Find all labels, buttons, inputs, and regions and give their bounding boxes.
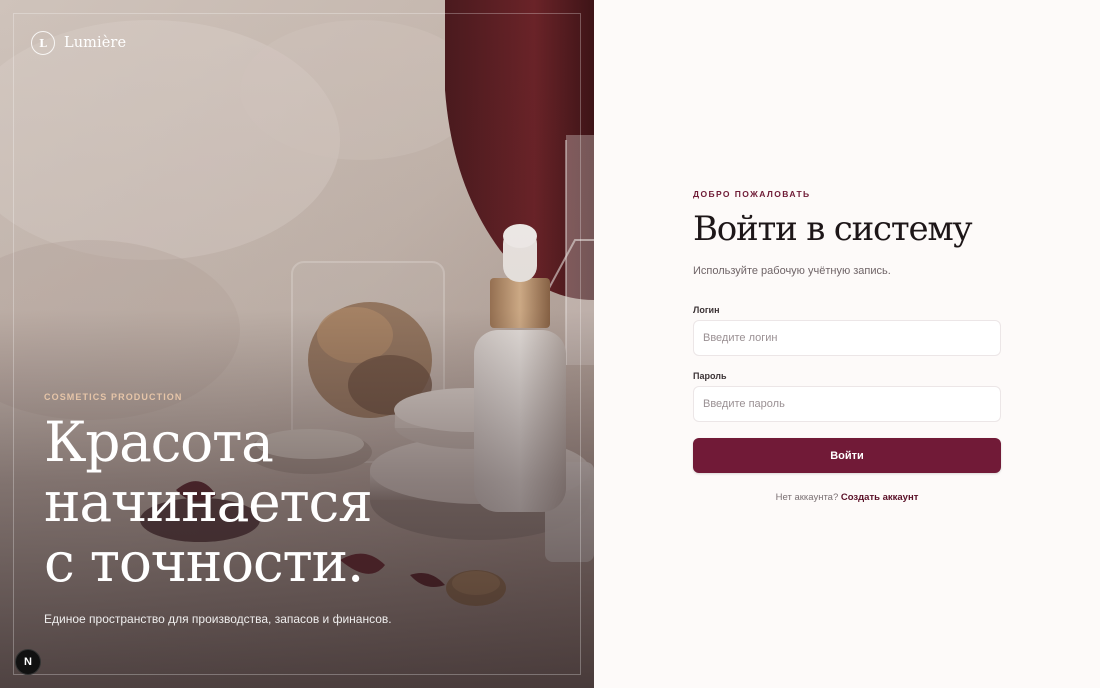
hero-title-line: Красота [44,410,274,474]
hero-title: Красота начинается с точности. [44,412,544,592]
signup-prompt: Нет аккаунта? Создать аккаунт [693,492,1001,503]
login-panel: ДОБРО ПОЖАЛОВАТЬ Войти в систему Использ… [594,0,1100,688]
brand-logo[interactable]: L Lumière [31,31,126,55]
password-input[interactable] [693,386,1001,422]
dev-tools-badge-icon[interactable]: N [15,649,41,675]
brand-name: Lumière [64,35,127,51]
page-subtitle: Используйте рабочую учётную запись. [693,265,891,277]
create-account-link[interactable]: Создать аккаунт [841,492,918,503]
hero-eyebrow: COSMETICS PRODUCTION [44,392,183,402]
password-label: Пароль [693,371,727,381]
brand-mark-icon: L [31,31,55,55]
signup-prompt-text: Нет аккаунта? [775,492,839,503]
login-label: Логин [693,305,720,315]
welcome-eyebrow: ДОБРО ПОЖАЛОВАТЬ [693,189,811,199]
login-input[interactable] [693,320,1001,356]
hero-title-line: начинается [44,470,373,534]
hero-panel: L Lumière COSMETICS PRODUCTION Красота н… [0,0,594,688]
page-title: Войти в систему [693,209,973,249]
hero-title-line: с точности. [44,530,364,594]
hero-subtitle: Единое пространство для производства, за… [44,612,392,626]
login-button[interactable]: Войти [693,438,1001,473]
